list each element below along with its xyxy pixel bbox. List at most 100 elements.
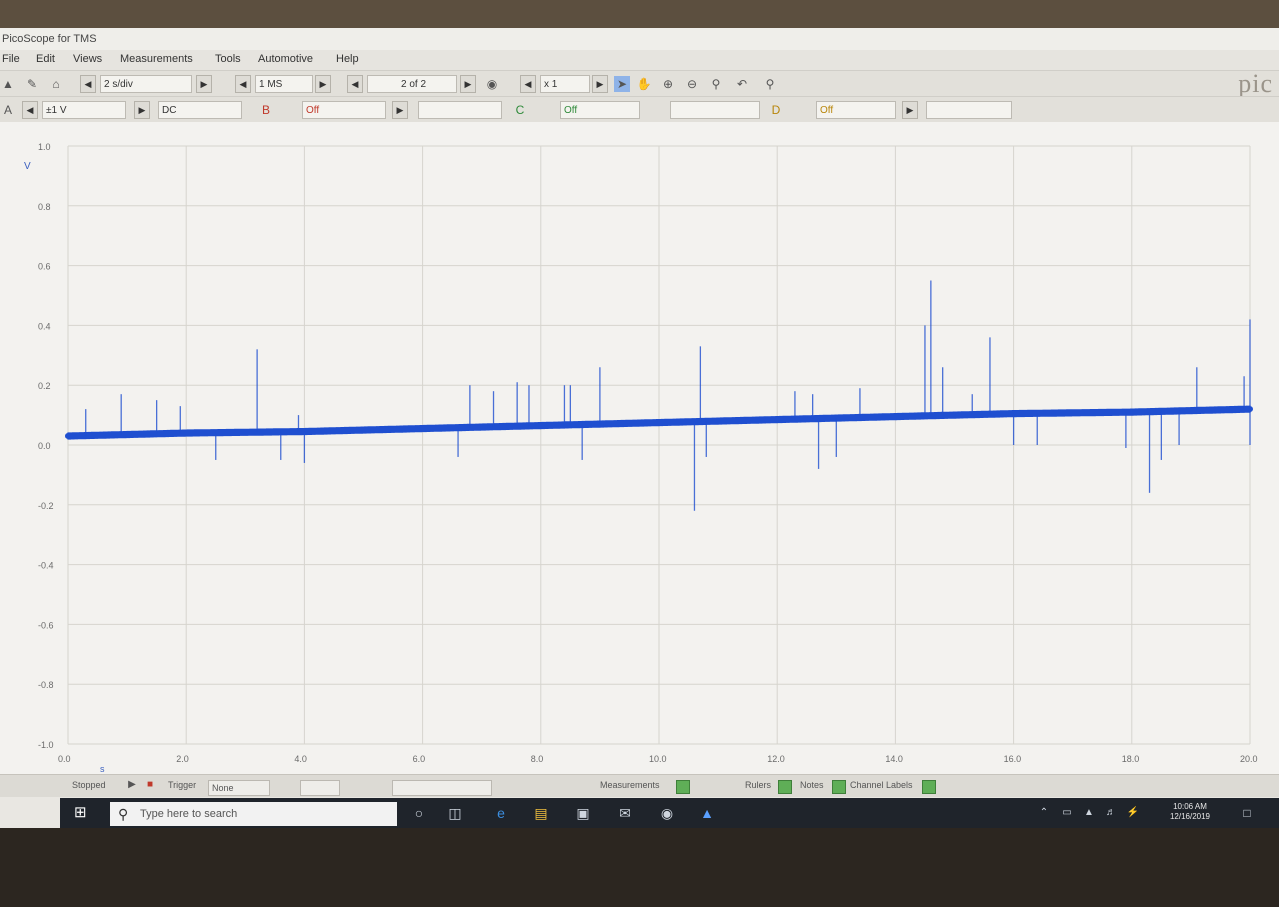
channel-a-icon[interactable]: A bbox=[0, 102, 16, 118]
screen: PicoScope for TMS File Edit Views Measur… bbox=[0, 28, 1279, 828]
timebase-prev-button[interactable]: ◀ bbox=[80, 75, 96, 93]
channel-d-icon[interactable]: D bbox=[768, 102, 784, 118]
y-tick-label: 0.6 bbox=[38, 262, 51, 272]
notes-icon[interactable] bbox=[832, 780, 846, 794]
rulers-icon[interactable] bbox=[778, 780, 792, 794]
x-tick-label: 20.0 bbox=[1240, 754, 1258, 764]
picoscope-taskbar-icon[interactable]: ▲ bbox=[698, 804, 716, 822]
x-tick-label: 8.0 bbox=[531, 754, 544, 764]
rulers-label: Rulers bbox=[745, 780, 772, 790]
stop-icon[interactable]: ■ bbox=[142, 777, 158, 793]
windows-start-icon[interactable]: ⊞ bbox=[74, 804, 92, 822]
search-placeholder: Type here to search bbox=[140, 808, 238, 820]
app-icon[interactable]: ◉ bbox=[658, 804, 676, 822]
channel-b-state-select[interactable]: Off bbox=[302, 101, 386, 119]
channel-d-coupling-select[interactable] bbox=[926, 101, 1012, 119]
menu-file[interactable]: File bbox=[2, 53, 20, 65]
tray-overflow-icon[interactable]: ⌃ bbox=[1035, 804, 1053, 822]
menu-tools[interactable]: Tools bbox=[215, 53, 241, 65]
menu-automotive[interactable]: Automotive bbox=[258, 53, 313, 65]
power-icon[interactable]: ⚡ bbox=[1124, 804, 1142, 822]
measurements-label: Measurements bbox=[600, 780, 660, 790]
samples-prev-button[interactable]: ◀ bbox=[235, 75, 251, 93]
monitor-bezel-bottom bbox=[0, 828, 1279, 907]
zoom-select[interactable]: x 1 bbox=[540, 75, 590, 93]
mail-icon[interactable]: ✉ bbox=[616, 804, 634, 822]
x-tick-label: 6.0 bbox=[413, 754, 426, 764]
store-icon[interactable]: ▣ bbox=[574, 804, 592, 822]
waveform-chart[interactable]: 1.0 0.8 0.6 0.4 0.2 0.0 -0.2 -0.4 -0.6 -0.8 -1.0 0… bbox=[0, 122, 1279, 774]
undo-zoom-icon[interactable]: ↶ bbox=[734, 76, 750, 92]
channel-labels-icon[interactable] bbox=[922, 780, 936, 794]
hand-tool-icon[interactable]: ✋ bbox=[636, 76, 652, 92]
taskbar-search-box[interactable]: ⚲ Type here to search bbox=[110, 802, 397, 826]
notifications-icon[interactable]: □ bbox=[1238, 804, 1256, 822]
trigger-mode-select[interactable]: None bbox=[208, 780, 270, 796]
zoom-next-button[interactable]: ▶ bbox=[592, 75, 608, 93]
status-bar: Stopped ▶ ■ Trigger None Measurements Ru… bbox=[0, 774, 1279, 797]
channel-d-next-button[interactable]: ▶ bbox=[902, 101, 918, 119]
menu-help[interactable]: Help bbox=[336, 53, 359, 65]
timebase-select[interactable]: 2 s/div bbox=[100, 75, 192, 93]
network-icon[interactable]: ▲ bbox=[1080, 804, 1098, 822]
channel-a-coupling-select[interactable]: DC bbox=[158, 101, 242, 119]
volume-icon[interactable]: ♬ bbox=[1102, 804, 1120, 822]
cortana-icon[interactable]: ○ bbox=[410, 804, 428, 822]
menu-bar: File Edit Views Measurements Tools Autom… bbox=[0, 50, 1279, 70]
scope-view[interactable]: 1.0 0.8 0.6 0.4 0.2 0.0 -0.2 -0.4 -0.6 -0.8 -1.0 0… bbox=[0, 122, 1279, 774]
menu-edit[interactable]: Edit bbox=[36, 53, 55, 65]
y-tick-label: -1.0 bbox=[38, 740, 54, 750]
pointer-icon[interactable]: ▲ bbox=[0, 76, 16, 92]
zoom-in-icon[interactable]: ⊕ bbox=[660, 76, 676, 92]
zoom-prev-button[interactable]: ◀ bbox=[520, 75, 536, 93]
x-tick-label: 12.0 bbox=[767, 754, 785, 764]
add-measurement-icon[interactable] bbox=[676, 780, 690, 794]
channel-toolbar: A ◀ ±1 V ▶ DC B Off ▶ C Off D Off ▶ bbox=[0, 96, 1279, 123]
zoom-out-icon[interactable]: ⊖ bbox=[684, 76, 700, 92]
channel-b-coupling-select[interactable] bbox=[418, 101, 502, 119]
samples-next-button[interactable]: ▶ bbox=[315, 75, 331, 93]
zoom-fit-icon[interactable]: ⚲ bbox=[762, 76, 778, 92]
y-tick-label: 0.4 bbox=[38, 321, 51, 331]
y-tick-label: 0.0 bbox=[38, 441, 51, 451]
trigger-channel-select[interactable] bbox=[300, 780, 340, 796]
select-tool-icon[interactable]: ➤ bbox=[614, 76, 630, 92]
file-explorer-icon[interactable]: ▤ bbox=[532, 804, 550, 822]
buffer-next-button[interactable]: ▶ bbox=[460, 75, 476, 93]
probe-icon[interactable]: ✎ bbox=[24, 76, 40, 92]
window-title: PicoScope for TMS bbox=[2, 33, 97, 45]
channel-d-state-select[interactable]: Off bbox=[816, 101, 896, 119]
trigger-threshold-field[interactable] bbox=[392, 780, 492, 796]
system-clock[interactable]: 10:06 AM 12/16/2019 bbox=[1150, 802, 1230, 822]
range-prev-button[interactable]: ◀ bbox=[22, 101, 38, 119]
run-icon[interactable]: ▶ bbox=[124, 777, 140, 793]
task-view-icon[interactable]: ◫ bbox=[446, 804, 464, 822]
battery-icon[interactable]: ▭ bbox=[1058, 804, 1076, 822]
menu-measurements[interactable]: Measurements bbox=[120, 53, 193, 65]
x-tick-label: 4.0 bbox=[294, 754, 307, 764]
y-tick-label: 0.2 bbox=[38, 381, 51, 391]
window-titlebar: PicoScope for TMS bbox=[0, 28, 1279, 50]
zoom-area-icon[interactable]: ⚲ bbox=[708, 76, 724, 92]
channel-b-icon[interactable]: B bbox=[258, 102, 274, 118]
timebase-next-button[interactable]: ▶ bbox=[196, 75, 212, 93]
channel-a-range-select[interactable]: ±1 V bbox=[42, 101, 126, 119]
buffer-overview-icon[interactable]: ◉ bbox=[484, 76, 500, 92]
channel-c-coupling-select[interactable] bbox=[670, 101, 760, 119]
clock-time: 10:06 AM bbox=[1173, 802, 1207, 811]
range-next-button[interactable]: ▶ bbox=[134, 101, 150, 119]
channel-b-next-button[interactable]: ▶ bbox=[392, 101, 408, 119]
edge-icon[interactable]: e bbox=[492, 804, 510, 822]
channel-c-icon[interactable]: C bbox=[512, 102, 528, 118]
clock-date: 12/16/2019 bbox=[1169, 812, 1211, 821]
buffer-prev-button[interactable]: ◀ bbox=[347, 75, 363, 93]
home-icon[interactable]: ⌂ bbox=[48, 76, 64, 92]
trigger-label: Trigger bbox=[168, 780, 197, 790]
menu-views[interactable]: Views bbox=[73, 53, 102, 65]
x-tick-label: 16.0 bbox=[1004, 754, 1022, 764]
y-tick-label: -0.2 bbox=[38, 501, 54, 511]
channel-c-state-select[interactable]: Off bbox=[560, 101, 640, 119]
samples-select[interactable]: 1 MS bbox=[255, 75, 313, 93]
x-unit-label: s bbox=[100, 764, 105, 774]
buffer-navigator[interactable]: 2 of 2 bbox=[367, 75, 457, 93]
